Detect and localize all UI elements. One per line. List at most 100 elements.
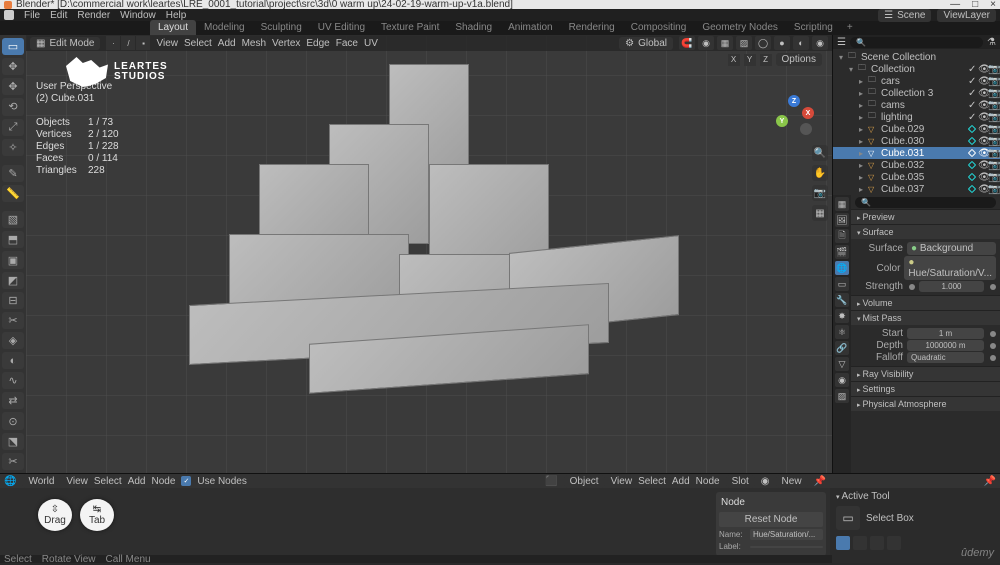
axis-y-toggle[interactable]: Y <box>744 54 756 66</box>
tool-shrink[interactable]: ⊙ <box>2 412 24 429</box>
outliner-row-cube030[interactable]: ▸▽Cube.030👁📷 <box>833 135 1000 147</box>
world-selector[interactable]: World <box>22 475 60 488</box>
prop-output-icon[interactable]: 🖼 <box>835 213 849 227</box>
viewlayer-selector[interactable]: ViewLayer <box>937 9 996 22</box>
mist-falloff-value[interactable]: Quadratic <box>907 352 984 363</box>
vertex-select[interactable]: · <box>106 36 120 50</box>
tab-rendering[interactable]: Rendering <box>561 20 623 35</box>
prop-viewlayer-icon[interactable]: 🗎 <box>835 229 849 243</box>
scene-selector[interactable]: ☰ Scene <box>878 9 931 22</box>
tab-compositing[interactable]: Compositing <box>623 20 695 35</box>
panel-head-preview[interactable]: Preview <box>851 210 1000 224</box>
prop-edit-icon[interactable]: ◉ <box>698 36 714 50</box>
blender-logo-icon[interactable] <box>4 10 14 20</box>
obj-selector[interactable]: Object <box>564 475 605 488</box>
menu-edit[interactable]: Edit <box>50 10 67 21</box>
overlays-icon[interactable]: ▦ <box>717 36 733 50</box>
tool-move[interactable]: ✥ <box>2 78 24 95</box>
shading-solid-icon[interactable]: ● <box>774 36 790 50</box>
tool-transform[interactable]: ✧ <box>2 139 24 156</box>
panel-head-physatm[interactable]: Physical Atmosphere <box>851 397 1000 411</box>
prop-data-icon[interactable]: ▽ <box>835 357 849 371</box>
gizmo-neg[interactable] <box>800 123 812 135</box>
outliner-icon[interactable]: ☰ <box>837 37 846 48</box>
outliner-filter-icon[interactable]: ⚗ <box>987 37 996 48</box>
snap-icon[interactable]: 🧲 <box>679 36 695 50</box>
mode-selector[interactable]: ▦ Edit Mode <box>30 37 100 50</box>
axis-z-toggle[interactable]: Z <box>760 54 772 66</box>
ne-menu-select[interactable]: Select <box>94 476 122 487</box>
shading-preview-icon[interactable]: ◐ <box>793 36 809 50</box>
prop-world-icon[interactable]: 🌐 <box>835 261 849 275</box>
edge-select[interactable]: / <box>121 36 135 50</box>
zoom-icon[interactable]: 🔍 <box>812 145 828 161</box>
prop-material-icon[interactable]: ◉ <box>835 373 849 387</box>
menu-window[interactable]: Window <box>120 10 156 21</box>
mist-depth-value[interactable]: 1000000 m <box>907 340 984 351</box>
tool-bevel[interactable]: ◩ <box>2 272 24 289</box>
tool-inset[interactable]: ▣ <box>2 251 24 268</box>
mode-int-icon[interactable] <box>887 536 901 550</box>
tab-animation[interactable]: Animation <box>500 20 560 35</box>
shading-rendered-icon[interactable]: ◉ <box>812 36 828 50</box>
tab-uvediting[interactable]: UV Editing <box>310 20 373 35</box>
vp-menu-mesh[interactable]: Mesh <box>242 38 266 49</box>
hand-icon[interactable]: ✋ <box>812 165 828 181</box>
tool-rip[interactable]: ✂ <box>2 453 24 470</box>
outliner-row-cams[interactable]: ▸🗀cams✓👁📷 <box>833 99 1000 111</box>
slot-world-icon[interactable]: ◉ <box>761 476 770 487</box>
ne2-menu-select[interactable]: Select <box>638 476 666 487</box>
vp-menu-add[interactable]: Add <box>218 38 236 49</box>
camera-icon[interactable]: 📷 <box>812 185 828 201</box>
outliner-row-cube031[interactable]: ▸▽Cube.031👁📷 <box>833 147 1000 159</box>
vp-menu-vertex[interactable]: Vertex <box>272 38 300 49</box>
panel-head-volume[interactable]: Volume <box>851 296 1000 310</box>
surface-value[interactable]: ● Background <box>907 242 996 255</box>
outliner-search[interactable]: 🔍 <box>850 37 983 48</box>
tool-loopcut[interactable]: ⊟ <box>2 292 24 309</box>
menu-help[interactable]: Help <box>166 10 187 21</box>
tab-layout[interactable]: Layout <box>150 20 196 35</box>
face-select[interactable]: ▪ <box>136 36 150 50</box>
mist-start-value[interactable]: 1 m <box>907 328 984 339</box>
gizmo-x[interactable]: X <box>802 107 814 119</box>
gizmo-z[interactable]: Z <box>788 95 800 107</box>
tool-smooth[interactable]: ∿ <box>2 372 24 389</box>
orientation-selector[interactable]: ⚙ Global <box>619 37 673 50</box>
tool-shear[interactable]: ⬔ <box>2 433 24 450</box>
ne2-menu-view[interactable]: View <box>611 476 633 487</box>
prop-particles-icon[interactable]: ✸ <box>835 309 849 323</box>
tab-scripting[interactable]: Scripting <box>786 20 841 35</box>
prop-scene-icon[interactable]: 🎬 <box>835 245 849 259</box>
outliner-row-cube035[interactable]: ▸▽Cube.035👁📷 <box>833 171 1000 183</box>
options-dropdown[interactable]: Options <box>776 53 822 66</box>
prop-render-icon[interactable]: ▦ <box>835 197 849 211</box>
ne-menu-add[interactable]: Add <box>128 476 146 487</box>
tool-edgeslide[interactable]: ⇄ <box>2 392 24 409</box>
panel-head-surface[interactable]: Surface <box>851 225 1000 239</box>
tool-select[interactable]: ▭ <box>2 38 24 55</box>
mode-add-icon[interactable] <box>853 536 867 550</box>
menu-file[interactable]: File <box>24 10 40 21</box>
tool-polybuild[interactable]: ◈ <box>2 332 24 349</box>
vp-menu-edge[interactable]: Edge <box>306 38 329 49</box>
obj-area-icon[interactable]: ⬛ <box>545 476 557 487</box>
tool-knife[interactable]: ✂ <box>2 312 24 329</box>
node-editor[interactable]: Node Reset Node Name:Hue/Saturation/... … <box>0 488 830 563</box>
tab-texturepaint[interactable]: Texture Paint <box>373 20 447 35</box>
prop-constraint-icon[interactable]: 🔗 <box>835 341 849 355</box>
panel-head-rayvis[interactable]: Ray Visibility <box>851 367 1000 381</box>
outliner-row-lighting[interactable]: ▸🗀lighting✓👁📷 <box>833 111 1000 123</box>
active-tool-head[interactable]: Active Tool <box>836 491 994 502</box>
vp-menu-select[interactable]: Select <box>184 38 212 49</box>
new-button[interactable]: New <box>776 475 808 488</box>
tool-extrude[interactable]: ⬒ <box>2 231 24 248</box>
reset-node-button[interactable]: Reset Node <box>719 512 823 527</box>
world-area-icon[interactable]: 🌐 <box>4 476 16 487</box>
tab-add[interactable]: + <box>841 20 859 35</box>
prop-texture-icon[interactable]: ▨ <box>835 389 849 403</box>
tab-shading[interactable]: Shading <box>447 20 500 35</box>
tool-cursor[interactable]: ✥ <box>2 58 24 75</box>
tab-geometrynodes[interactable]: Geometry Nodes <box>694 20 786 35</box>
prop-search[interactable]: 🔍 <box>855 197 996 208</box>
